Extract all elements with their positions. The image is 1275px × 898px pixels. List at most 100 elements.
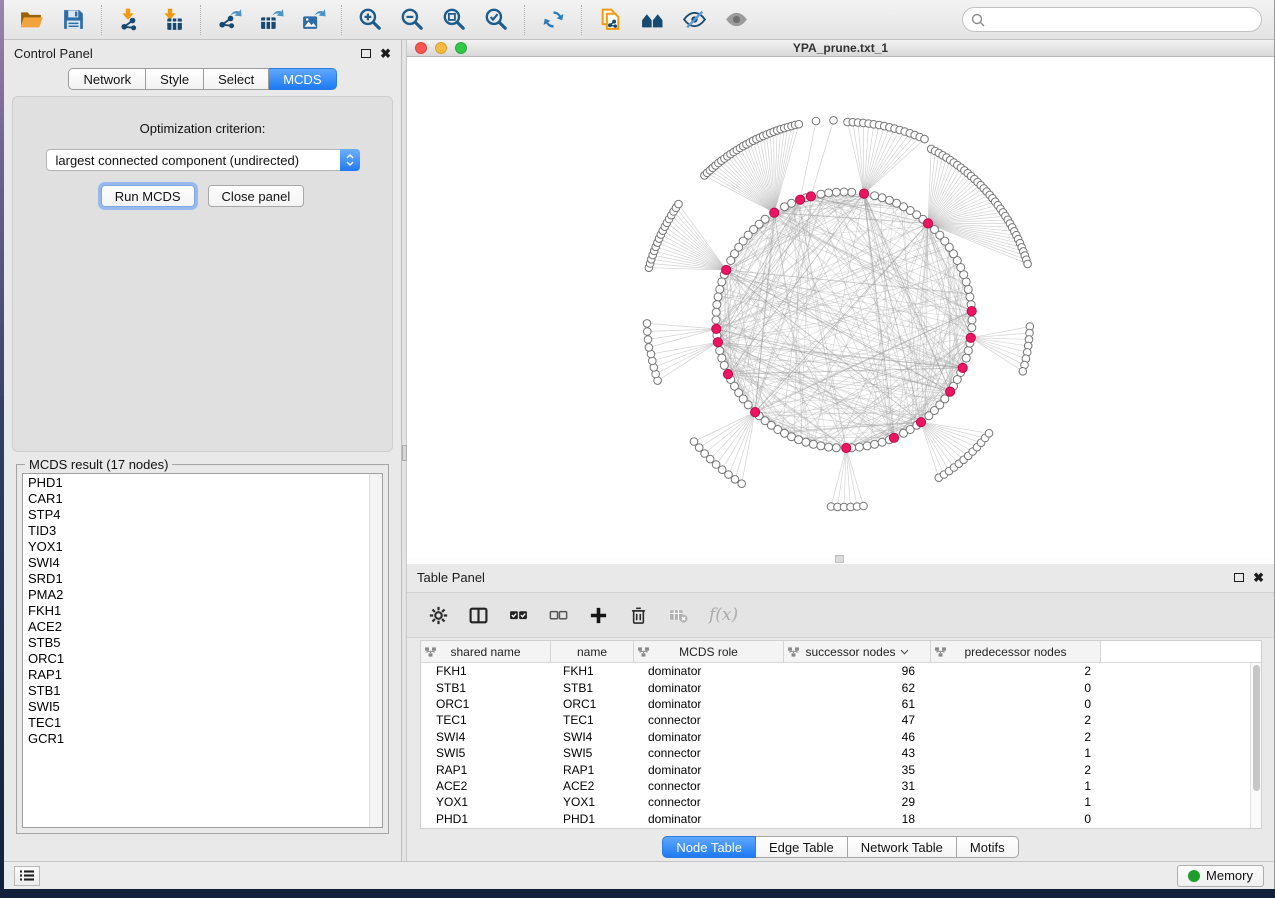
table-row[interactable]: PHD1PHD1dominator180 [421, 811, 1261, 827]
save-session-button[interactable] [52, 3, 94, 37]
export-network-button[interactable] [208, 3, 250, 37]
float-panel-icon[interactable] [361, 49, 371, 58]
mcds-result-item[interactable]: CAR1 [23, 491, 382, 507]
cell[interactable]: dominator [634, 730, 784, 744]
mcds-result-item[interactable]: PHD1 [23, 475, 382, 491]
cell[interactable]: SWI4 [421, 730, 551, 744]
cell[interactable]: YOX1 [551, 795, 634, 809]
table-settings-button[interactable] [429, 606, 448, 625]
tab-network-table[interactable]: Network Table [848, 836, 957, 858]
cell[interactable]: FKH1 [551, 664, 634, 678]
cell[interactable]: ORC1 [421, 697, 551, 711]
table-row[interactable]: ORC1ORC1dominator610 [421, 696, 1261, 712]
zoom-selected-button[interactable] [475, 3, 517, 37]
cell[interactable]: connector [634, 779, 784, 793]
search-input[interactable] [985, 10, 1261, 30]
mcds-result-item[interactable]: GCR1 [23, 731, 382, 747]
cell[interactable]: dominator [634, 763, 784, 777]
cell[interactable]: 35 [784, 763, 931, 777]
column-header-predecessor-nodes[interactable]: predecessor nodes [931, 641, 1101, 662]
cell[interactable]: 43 [784, 746, 931, 760]
table-row[interactable]: FKH1FKH1dominator962 [421, 663, 1261, 679]
network-canvas[interactable] [407, 57, 1274, 558]
cell[interactable]: TEC1 [421, 713, 551, 727]
mcds-result-item[interactable]: TEC1 [23, 715, 382, 731]
cell[interactable]: 0 [931, 812, 1101, 826]
tab-network[interactable]: Network [68, 68, 146, 90]
cell[interactable]: FKH1 [421, 664, 551, 678]
new-network-from-selection-button[interactable] [589, 3, 631, 37]
table-row[interactable]: SWI4SWI4dominator462 [421, 729, 1261, 745]
cell[interactable]: 29 [784, 795, 931, 809]
mcds-result-item[interactable]: SRD1 [23, 571, 382, 587]
table-row[interactable]: YOX1YOX1connector291 [421, 794, 1261, 810]
float-panel-icon[interactable] [1234, 573, 1244, 582]
cell[interactable]: RAP1 [421, 763, 551, 777]
cell[interactable]: 46 [784, 730, 931, 744]
toggle-panel-layout-button[interactable] [469, 606, 488, 625]
mcds-result-item[interactable]: ORC1 [23, 651, 382, 667]
table-scrollbar[interactable] [1250, 663, 1261, 828]
optimization-criterion-select[interactable]: largest connected component (undirected) [46, 149, 360, 171]
cell[interactable]: 1 [931, 779, 1101, 793]
mcds-list-scrollbar[interactable] [369, 474, 382, 827]
hide-selected-button[interactable] [673, 3, 715, 37]
mcds-result-item[interactable]: PMA2 [23, 587, 382, 603]
mcds-result-item[interactable]: FKH1 [23, 603, 382, 619]
cell[interactable]: YOX1 [421, 795, 551, 809]
mcds-result-item[interactable]: SWI4 [23, 555, 382, 571]
cell[interactable]: ACE2 [551, 779, 634, 793]
cell[interactable]: connector [634, 795, 784, 809]
memory-button[interactable]: Memory [1177, 865, 1264, 887]
cell[interactable]: RAP1 [551, 763, 634, 777]
tab-edge-table[interactable]: Edge Table [756, 836, 848, 858]
cell[interactable]: connector [634, 746, 784, 760]
cell[interactable]: 2 [931, 730, 1101, 744]
mcds-result-item[interactable]: YOX1 [23, 539, 382, 555]
export-table-button[interactable] [250, 3, 292, 37]
cell[interactable]: SWI4 [551, 730, 634, 744]
cell[interactable]: STB1 [551, 681, 634, 695]
cell[interactable]: 47 [784, 713, 931, 727]
cell[interactable]: SWI5 [421, 746, 551, 760]
cell[interactable]: 31 [784, 779, 931, 793]
cell[interactable]: 1 [931, 795, 1101, 809]
deselect-all-rows-button[interactable] [549, 606, 568, 625]
zoom-out-button[interactable] [391, 3, 433, 37]
mcds-result-item[interactable]: STB5 [23, 635, 382, 651]
delete-column-button[interactable] [629, 606, 648, 625]
zoom-fit-content-button[interactable] [433, 3, 475, 37]
mcds-result-item[interactable]: TID3 [23, 523, 382, 539]
close-panel-icon[interactable]: ✖ [1253, 571, 1264, 584]
tab-select[interactable]: Select [204, 68, 269, 90]
cell[interactable]: dominator [634, 664, 784, 678]
zoom-in-button[interactable] [349, 3, 391, 37]
table-row[interactable]: SWI5SWI5connector431 [421, 745, 1261, 761]
network-graph[interactable] [407, 57, 1274, 553]
table-row[interactable]: TEC1TEC1connector472 [421, 712, 1261, 728]
run-mcds-button[interactable]: Run MCDS [101, 185, 195, 207]
splitter-grip[interactable] [835, 555, 844, 563]
cell[interactable]: SWI5 [551, 746, 634, 760]
cell[interactable]: 61 [784, 697, 931, 711]
cell[interactable]: ACE2 [421, 779, 551, 793]
table-row[interactable]: ACE2ACE2connector311 [421, 778, 1261, 794]
close-panel-icon[interactable]: ✖ [380, 47, 391, 60]
import-network-button[interactable] [109, 3, 151, 37]
tab-motifs[interactable]: Motifs [957, 836, 1019, 858]
column-header-name[interactable]: name [551, 641, 634, 662]
cell[interactable]: 1 [931, 746, 1101, 760]
cell[interactable]: PHD1 [551, 812, 634, 826]
cell[interactable]: 2 [931, 713, 1101, 727]
cell[interactable]: TEC1 [551, 713, 634, 727]
show-log-button[interactable] [14, 866, 40, 886]
open-session-button[interactable] [10, 3, 52, 37]
close-panel-button[interactable]: Close panel [208, 185, 305, 207]
export-image-button[interactable] [292, 3, 334, 37]
column-header-MCDS-role[interactable]: MCDS role [634, 641, 784, 662]
cell[interactable]: 0 [931, 697, 1101, 711]
scrollbar-thumb[interactable] [1253, 665, 1260, 791]
refresh-view-button[interactable] [532, 3, 574, 37]
tab-mcds[interactable]: MCDS [269, 68, 336, 90]
add-column-button[interactable] [589, 606, 608, 625]
